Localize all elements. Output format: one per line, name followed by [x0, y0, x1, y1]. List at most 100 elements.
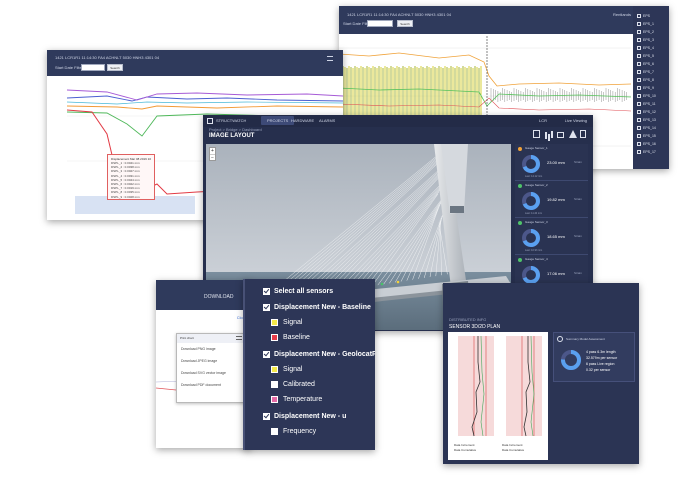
- status-dot: [518, 258, 522, 262]
- summary-stat: 0.32 per sensor: [586, 368, 611, 372]
- legend-checkbox[interactable]: [637, 86, 641, 91]
- legend-checkbox[interactable]: [637, 94, 641, 99]
- legend-checkbox[interactable]: [637, 110, 641, 115]
- legend-item[interactable]: EPS_16: [637, 140, 665, 148]
- summary-card-title: Summary Model Assessment: [566, 337, 605, 341]
- export-menu-item[interactable]: Download SVG vector image: [177, 367, 245, 379]
- color-swatch[interactable]: [271, 333, 278, 341]
- menu-icon[interactable]: [327, 56, 333, 61]
- checkbox[interactable]: [263, 350, 270, 358]
- document-icon[interactable]: [580, 130, 586, 138]
- legend-checkbox[interactable]: [637, 54, 641, 59]
- top-left-filter-label: Start Date Filter: [55, 65, 84, 70]
- color-swatch[interactable]: [271, 395, 278, 403]
- legend-checkbox[interactable]: [637, 70, 641, 75]
- top-right-tab[interactable]: Rentlands: [613, 12, 631, 17]
- color-swatch[interactable]: [271, 427, 278, 435]
- sensor-value: 19.82 mm: [547, 197, 565, 202]
- legend-item[interactable]: EPS_14: [637, 124, 665, 132]
- warning-icon[interactable]: [569, 130, 577, 138]
- legend-item[interactable]: EPS_3: [637, 36, 665, 44]
- legend-item[interactable]: EPS_11: [637, 100, 665, 108]
- export-menu-item[interactable]: Download PNG image: [177, 343, 245, 355]
- brand-name: STRUCTWATCH: [216, 118, 247, 123]
- legend-item[interactable]: EPS_5: [637, 52, 665, 60]
- legend-checkbox[interactable]: [637, 78, 641, 83]
- user-label[interactable]: LCR: [539, 118, 547, 123]
- hamburger-icon[interactable]: [236, 336, 242, 340]
- checkbox[interactable]: [263, 287, 270, 295]
- export-menu-header[interactable]: Print chart: [177, 334, 245, 343]
- legend-checkbox[interactable]: [637, 14, 641, 19]
- top-right-date-input[interactable]: [367, 20, 393, 27]
- top-right-search-button[interactable]: Search: [397, 20, 413, 27]
- export-menu: Print chart Download PNG image Download J…: [176, 333, 246, 403]
- sensor-series-toggle-label: Frequency: [283, 428, 317, 435]
- legend-checkbox[interactable]: [637, 126, 641, 131]
- nav-alarms[interactable]: ALARMS: [319, 118, 335, 123]
- color-swatch[interactable]: [271, 318, 278, 326]
- legend-item[interactable]: EPS_13: [637, 116, 665, 124]
- legend-item[interactable]: EPS: [637, 12, 665, 20]
- zoom-out-button[interactable]: −: [210, 154, 215, 161]
- legend-checkbox[interactable]: [637, 46, 641, 51]
- nav-projects[interactable]: PROJECTS: [261, 116, 295, 125]
- legend-label: EPS_16: [643, 142, 656, 146]
- export-menu-item[interactable]: Download PDF document: [177, 379, 245, 391]
- legend-checkbox[interactable]: [637, 22, 641, 27]
- legend-item[interactable]: EPS_7: [637, 68, 665, 76]
- legend-checkbox[interactable]: [637, 142, 641, 147]
- legend-item[interactable]: EPS_4: [637, 44, 665, 52]
- legend-item[interactable]: EPS_12: [637, 108, 665, 116]
- sensor-group[interactable]: Displacement New - Baseline: [263, 303, 371, 312]
- sensor-series-toggle[interactable]: Signal: [271, 318, 302, 327]
- legend-checkbox[interactable]: [637, 102, 641, 107]
- legend-item[interactable]: EPS_2: [637, 28, 665, 36]
- legend-checkbox[interactable]: [637, 62, 641, 67]
- sensor-group-label: Displacement New - Baseline: [274, 304, 371, 311]
- legend-item[interactable]: EPS_10: [637, 92, 665, 100]
- nav-hardware[interactable]: HARDWARE: [291, 118, 314, 123]
- brand-logo: [207, 118, 213, 124]
- legend-item[interactable]: EPS_6: [637, 60, 665, 68]
- legend-checkbox[interactable]: [637, 118, 641, 123]
- sensor-series-toggle[interactable]: Baseline: [271, 333, 310, 342]
- sensor-series-toggle[interactable]: Calibrated: [271, 380, 315, 389]
- sensor-series-toggle[interactable]: Temperature: [271, 395, 322, 404]
- tower-sensor[interactable]: [450, 206, 464, 213]
- sensor-gauge: [522, 155, 540, 173]
- sensor-card[interactable]: Gauge Sensor_1 23.00 mm Strain Last: 14.12 …: [515, 144, 588, 181]
- sensor-card[interactable]: Gauge Sensor_2 19.82 mm Strain Last: 11.40 …: [515, 181, 588, 218]
- sensor-group[interactable]: Displacement New - u: [263, 412, 346, 421]
- export-menu-item[interactable]: Download JPEG image: [177, 355, 245, 367]
- sensor-series-toggle[interactable]: Signal: [271, 365, 302, 374]
- breadcrumb[interactable]: Project > Bridge > Dashboard: [209, 127, 262, 132]
- sensor-series-toggle[interactable]: Frequency: [271, 427, 316, 436]
- legend-item[interactable]: EPS_17: [637, 148, 665, 156]
- top-left-date-input[interactable]: [81, 64, 105, 71]
- legend-item[interactable]: EPS_8: [637, 76, 665, 84]
- sensor-gauge: [522, 192, 540, 210]
- legend-item[interactable]: EPS_9: [637, 84, 665, 92]
- legend-item[interactable]: EPS_1: [637, 20, 665, 28]
- checkbox[interactable]: [263, 303, 270, 311]
- select-all-sensors[interactable]: Select all sensors: [263, 287, 333, 296]
- sensor-group[interactable]: Displacement New - GeolocatPartPoly: [263, 350, 375, 359]
- table-icon[interactable]: [557, 132, 564, 138]
- checkbox[interactable]: [263, 412, 270, 420]
- legend-checkbox[interactable]: [637, 38, 641, 43]
- sensor-card[interactable]: Gauge Sensor_3 18.65 mm Strain Last: 10.93 …: [515, 218, 588, 255]
- bridge-sensor-marker[interactable]: [380, 282, 384, 286]
- chart-icon[interactable]: [533, 130, 540, 138]
- sensor-unit: Strain: [574, 160, 582, 164]
- legend-checkbox[interactable]: [637, 30, 641, 35]
- bridge-sensor-marker[interactable]: [396, 280, 400, 284]
- legend-checkbox[interactable]: [637, 134, 641, 139]
- color-swatch[interactable]: [271, 365, 278, 373]
- legend-checkbox[interactable]: [637, 150, 641, 155]
- bar-chart-icon[interactable]: [545, 132, 547, 139]
- top-left-search-button[interactable]: Search: [107, 64, 123, 71]
- color-swatch[interactable]: [271, 380, 278, 388]
- sensor-series-toggle-label: Signal: [283, 319, 303, 326]
- legend-item[interactable]: EPS_15: [637, 132, 665, 140]
